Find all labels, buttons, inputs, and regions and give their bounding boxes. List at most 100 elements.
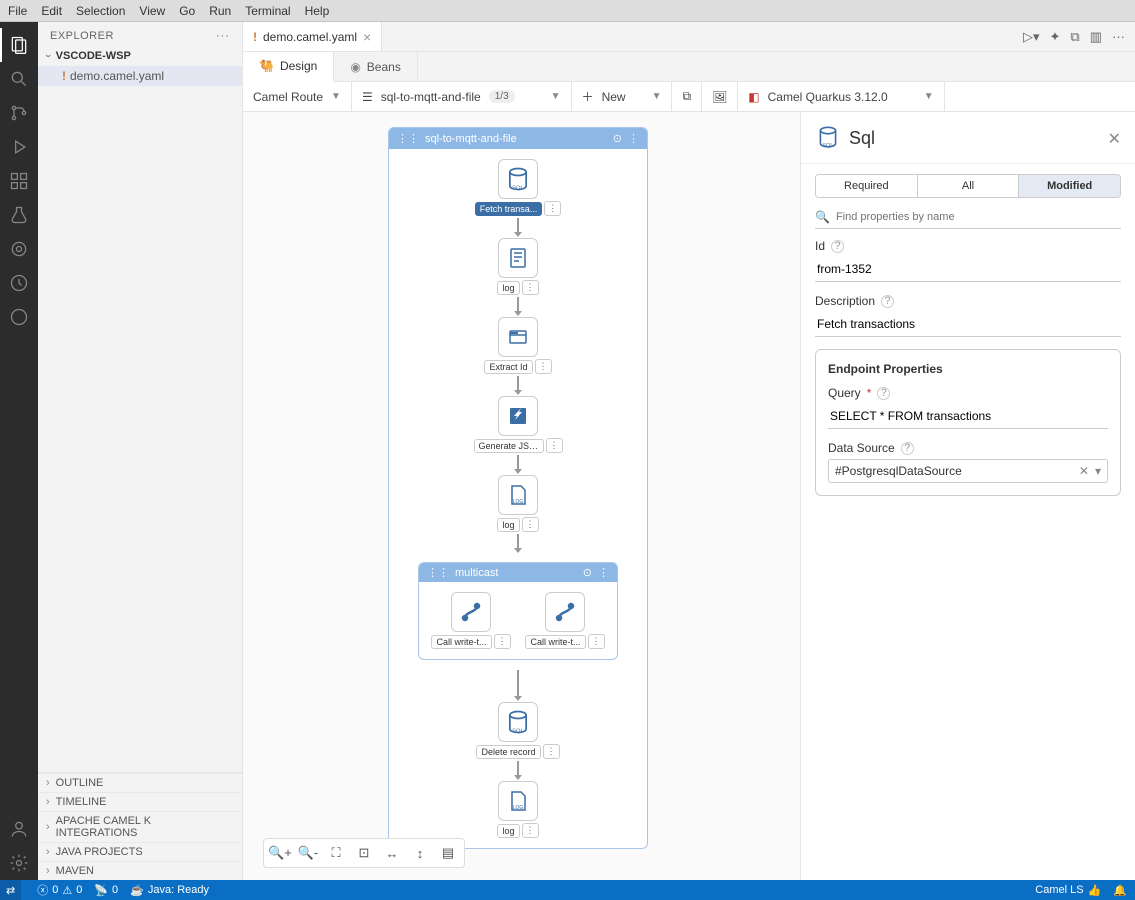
section-camelk[interactable]: APACHE CAMEL K INTEGRATIONS <box>38 811 242 842</box>
section-maven[interactable]: MAVEN <box>38 861 242 880</box>
fit-icon[interactable]: ⛶ <box>324 843 348 863</box>
activity-accounts-icon[interactable] <box>0 812 38 846</box>
node-log-2[interactable]: LOG log⋮ <box>497 475 538 532</box>
node-menu-icon[interactable]: ⋮ <box>546 438 563 453</box>
drag-handle-icon[interactable]: ⋮⋮ <box>397 132 419 145</box>
node-sql-fetch[interactable]: SQL Fetch transa...⋮ <box>475 159 562 216</box>
route-type-dropdown[interactable]: Camel Route▼ <box>243 82 352 111</box>
activity-item-7-icon[interactable] <box>0 266 38 300</box>
copy-button[interactable]: ⧉ <box>672 82 702 111</box>
datasource-dropdown[interactable]: #PostgresqlDataSource ✕ ▾ <box>828 459 1108 483</box>
node-log-1[interactable]: log⋮ <box>497 238 538 295</box>
run-dropdown-icon[interactable]: ▷▾ <box>1023 29 1040 45</box>
help-icon[interactable]: ? <box>831 240 844 253</box>
center-icon[interactable]: ⊡ <box>352 843 376 863</box>
node-menu-icon[interactable]: ⋮ <box>494 634 511 649</box>
status-camel-ls[interactable]: Camel LS👍 <box>1035 884 1101 897</box>
multicast-container[interactable]: ⋮⋮ multicast ⊙ ⋮ Call write-t...⋮ <box>418 562 618 660</box>
drag-handle-icon[interactable]: ⋮⋮ <box>427 566 449 579</box>
diff-icon[interactable]: ⧉ <box>1070 29 1079 45</box>
node-menu-icon[interactable]: ⋮ <box>535 359 552 374</box>
section-timeline[interactable]: TIMELINE <box>38 792 242 811</box>
tab-modified[interactable]: Modified <box>1019 175 1120 197</box>
image-button[interactable]: 🖼 <box>702 82 738 111</box>
action-icon-1[interactable]: ✦ <box>1050 29 1061 45</box>
zoom-in-icon[interactable]: 🔍+ <box>268 843 292 863</box>
props-search-input[interactable] <box>836 211 1121 223</box>
query-field[interactable] <box>828 404 1108 429</box>
file-item[interactable]: ! demo.camel.yaml <box>38 66 242 86</box>
section-java[interactable]: JAVA PROJECTS <box>38 842 242 861</box>
route-header[interactable]: ⋮⋮ sql-to-mqtt-and-file ⊙ ⋮ <box>389 128 647 149</box>
catalog-icon[interactable]: ▤ <box>436 843 460 863</box>
layout-v-icon[interactable]: ↕ <box>408 843 432 863</box>
props-filter-tabs: Required All Modified <box>815 174 1121 198</box>
status-notifications[interactable]: 🔔 <box>1113 884 1127 897</box>
split-icon[interactable]: ▥ <box>1090 29 1102 45</box>
node-menu-icon[interactable]: ⋮ <box>544 201 561 216</box>
collapse-icon[interactable]: ⊙ <box>613 132 622 145</box>
menu-file[interactable]: File <box>8 4 27 18</box>
tab-beans[interactable]: ◉ Beans <box>334 52 418 81</box>
activity-settings-icon[interactable] <box>0 846 38 880</box>
zoom-out-icon[interactable]: 🔍- <box>296 843 320 863</box>
tab-design[interactable]: 🐫 Design <box>243 52 334 82</box>
activity-item-6-icon[interactable] <box>0 232 38 266</box>
menu-terminal[interactable]: Terminal <box>245 4 290 18</box>
menu-help[interactable]: Help <box>305 4 330 18</box>
remote-indicator[interactable]: ⇄ <box>0 880 21 900</box>
props-search[interactable]: 🔍 <box>815 206 1121 229</box>
help-icon[interactable]: ? <box>881 295 894 308</box>
node-menu-icon[interactable]: ⋮ <box>522 517 539 532</box>
collapse-icon[interactable]: ⊙ <box>583 566 592 579</box>
runtime-dropdown[interactable]: ◧ Camel Quarkus 3.12.0 ▼ <box>738 82 944 111</box>
activity-extensions-icon[interactable] <box>0 164 38 198</box>
node-call-write-2[interactable]: Call write-t...⋮ <box>525 592 604 649</box>
editor-tab[interactable]: ! demo.camel.yaml × <box>243 22 382 51</box>
node-extract-id[interactable]: Extract Id⋮ <box>484 317 551 374</box>
activity-testing-icon[interactable] <box>0 198 38 232</box>
node-generate-json[interactable]: Generate JSON⋮ <box>474 396 563 453</box>
id-field[interactable] <box>815 257 1121 282</box>
tab-required[interactable]: Required <box>816 175 918 197</box>
route-selector[interactable]: ☰ sql-to-mqtt-and-file 1/3 ▼ <box>352 82 572 111</box>
description-field[interactable] <box>815 312 1121 337</box>
node-delete-record[interactable]: SQL Delete record⋮ <box>476 702 559 759</box>
activity-scm-icon[interactable] <box>0 96 38 130</box>
new-dropdown[interactable]: ＋ New ▼ <box>572 82 673 111</box>
clear-icon[interactable]: ✕ <box>1079 464 1089 478</box>
node-call-write-1[interactable]: Call write-t...⋮ <box>431 592 510 649</box>
menu-view[interactable]: View <box>139 4 165 18</box>
activity-item-8-icon[interactable] <box>0 300 38 334</box>
node-menu-icon[interactable]: ⋮ <box>598 566 609 579</box>
node-menu-icon[interactable]: ⋮ <box>543 744 560 759</box>
node-menu-icon[interactable]: ⋮ <box>522 823 539 838</box>
more-actions-icon[interactable]: ··· <box>1112 29 1125 44</box>
explorer-more-icon[interactable]: ··· <box>216 30 230 42</box>
tab-all[interactable]: All <box>918 175 1020 197</box>
route-box[interactable]: ⋮⋮ sql-to-mqtt-and-file ⊙ ⋮ SQL Fetch tr… <box>388 127 648 849</box>
menu-go[interactable]: Go <box>179 4 195 18</box>
chevron-down-icon[interactable]: ▾ <box>1095 464 1101 478</box>
close-icon[interactable]: ✕ <box>1108 129 1121 149</box>
menu-run[interactable]: Run <box>209 4 231 18</box>
node-menu-icon[interactable]: ⋮ <box>522 280 539 295</box>
workspace-folder[interactable]: VSCODE-WSP <box>38 46 242 66</box>
node-log-3[interactable]: LOG log⋮ <box>497 781 538 838</box>
status-ports[interactable]: 📡0 <box>94 884 118 897</box>
menu-edit[interactable]: Edit <box>41 4 62 18</box>
status-problems[interactable]: ⓧ0 ⚠0 <box>37 882 82 898</box>
activity-explorer-icon[interactable] <box>0 28 38 62</box>
canvas[interactable]: ⋮⋮ sql-to-mqtt-and-file ⊙ ⋮ SQL Fetch tr… <box>243 112 800 880</box>
activity-debug-icon[interactable] <box>0 130 38 164</box>
help-icon[interactable]: ? <box>901 442 914 455</box>
section-outline[interactable]: OUTLINE <box>38 773 242 792</box>
close-icon[interactable]: × <box>363 29 371 45</box>
layout-h-icon[interactable]: ↔ <box>380 843 404 863</box>
help-icon[interactable]: ? <box>877 387 890 400</box>
node-menu-icon[interactable]: ⋮ <box>588 634 605 649</box>
route-menu-icon[interactable]: ⋮ <box>628 132 639 145</box>
status-java[interactable]: ☕Java: Ready <box>130 884 209 897</box>
activity-search-icon[interactable] <box>0 62 38 96</box>
menu-selection[interactable]: Selection <box>76 4 125 18</box>
